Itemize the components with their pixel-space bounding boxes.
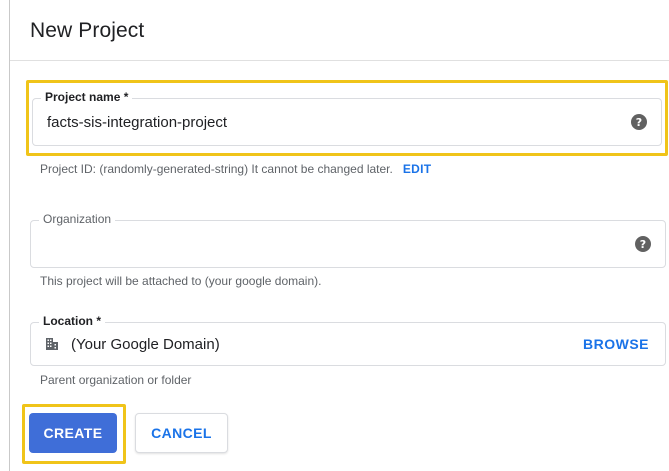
title-divider — [10, 60, 669, 61]
project-name-highlight — [26, 80, 668, 156]
help-circle-icon[interactable]: ? — [635, 236, 651, 252]
dialog-title: New Project — [30, 19, 145, 42]
location-helper: Parent organization or folder — [40, 373, 192, 387]
project-id-helper: Project ID: (randomly-generated-string) … — [40, 162, 431, 176]
project-id-text: Project ID: (randomly-generated-string) … — [40, 162, 393, 176]
browse-button[interactable]: BROWSE — [583, 323, 649, 365]
organization-field[interactable]: Organization ? — [30, 212, 666, 268]
create-button-highlight — [22, 404, 126, 464]
building-icon — [45, 337, 59, 351]
cancel-button[interactable]: CANCEL — [135, 413, 228, 453]
organization-label: Organization — [39, 212, 116, 226]
organization-helper: This project will be attached to (your g… — [40, 274, 322, 288]
edit-project-id-link[interactable]: EDIT — [403, 162, 432, 176]
location-field[interactable]: Location * (Your Google Domain) BROWSE — [30, 314, 666, 366]
location-value: (Your Google Domain) — [71, 335, 220, 353]
